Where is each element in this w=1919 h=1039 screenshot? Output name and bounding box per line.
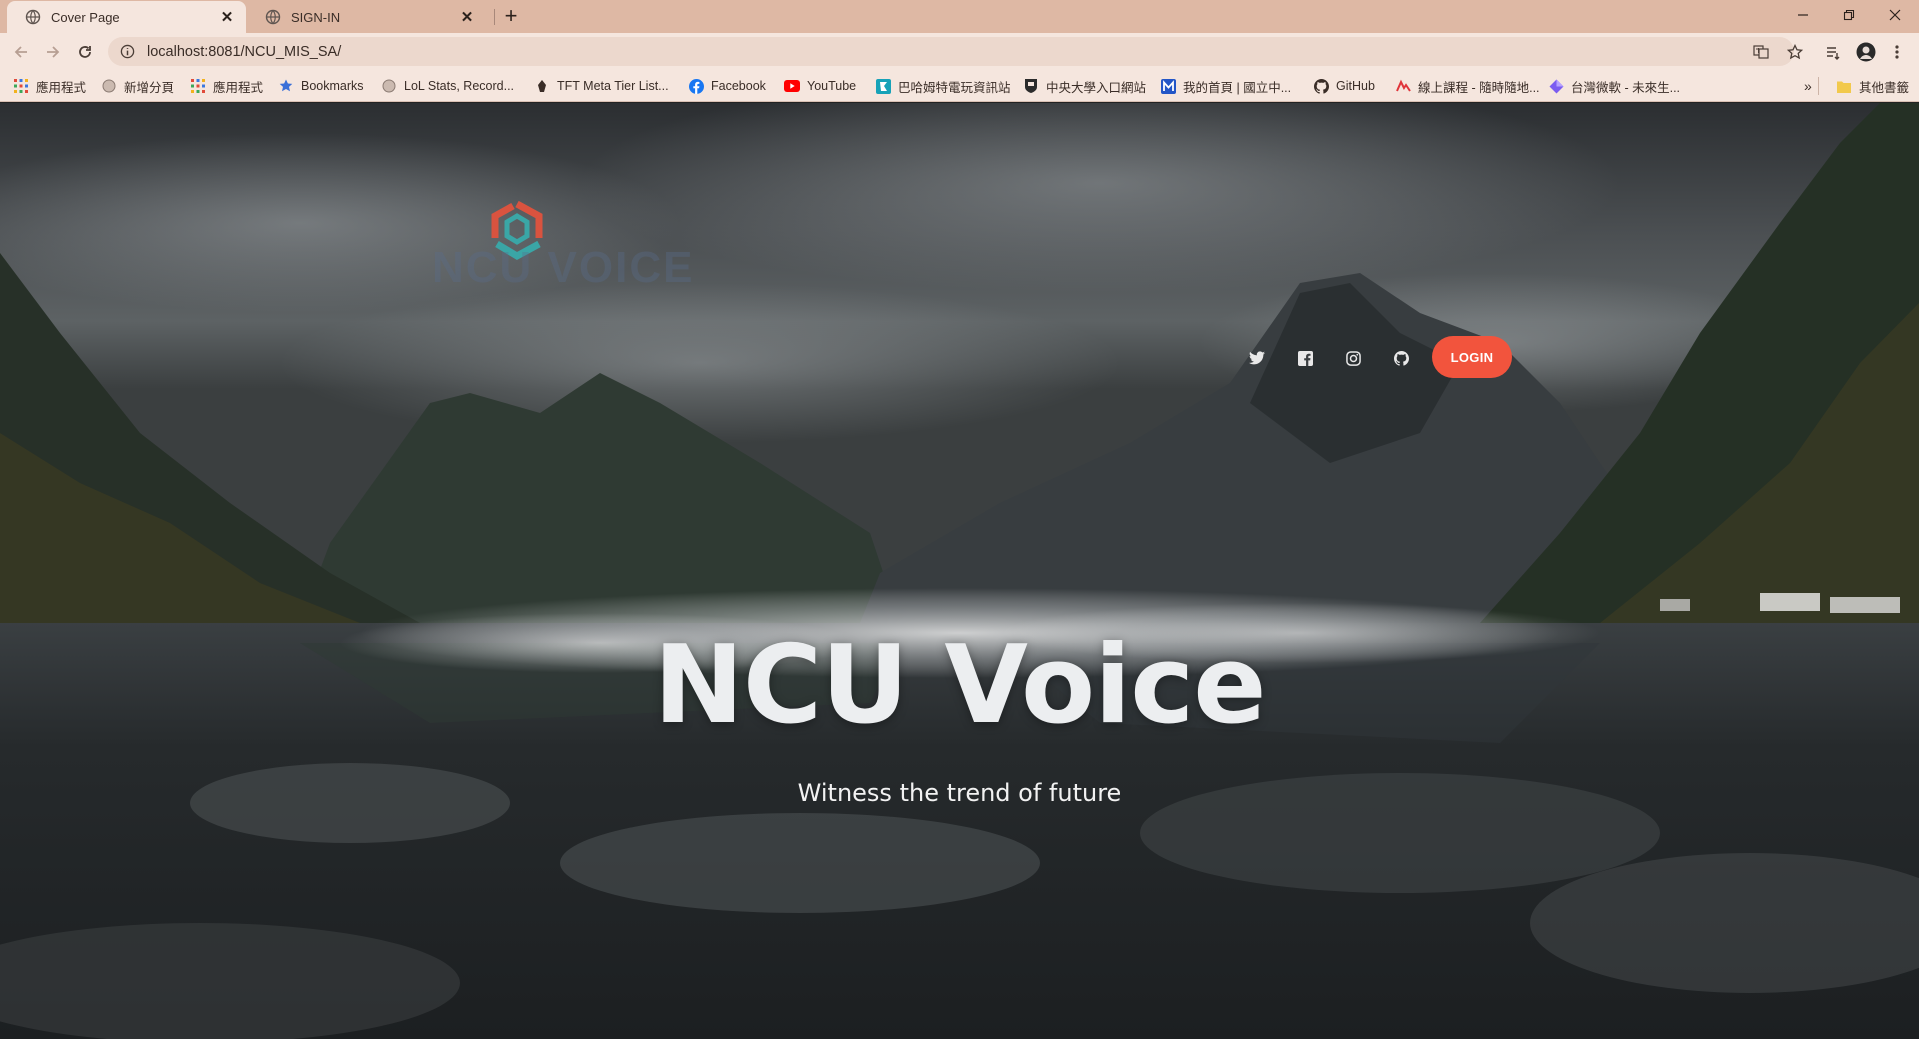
info-icon[interactable] (120, 44, 135, 59)
bookmark-label: 其他書籤 (1859, 80, 1910, 95)
diamond-icon (1548, 78, 1564, 94)
apps-grid-icon (190, 78, 206, 94)
bookmark-online-course[interactable]: 線上課程 - 隨時隨地... (1395, 77, 1540, 95)
restore-icon[interactable] (1826, 0, 1872, 30)
tab-strip: Cover Page ✕ SIGN-IN ✕ + (0, 0, 1919, 33)
bookmark-bahamut[interactable]: 巴哈姆特電玩資訊站 (875, 77, 1011, 95)
hero-subtitle: Witness the trend of future (797, 779, 1122, 807)
bookmark-label: LoL Stats, Record... (404, 79, 515, 93)
login-button[interactable]: LOGIN (1432, 336, 1512, 378)
bookmark-facebook[interactable]: Facebook (688, 77, 766, 95)
tab-cover-page[interactable]: Cover Page ✕ (7, 1, 246, 33)
new-tab-plus-icon[interactable]: + (499, 5, 523, 29)
tft-icon (534, 78, 550, 94)
mountain-lake-background (0, 103, 1919, 1039)
globe-icon (101, 78, 117, 94)
bookmark-new-tab[interactable]: 新增分頁 (101, 77, 174, 95)
bookmark-label: YouTube (807, 79, 857, 93)
landing-page: NCU VOICE LOGIN NCU Voice Witness the tr… (0, 103, 1919, 1039)
globe-icon (265, 9, 281, 25)
browser-toolbar: localhost:8081/NCU_MIS_SA/ (0, 33, 1919, 70)
bookmark-label: 新增分頁 (124, 80, 175, 95)
forward-arrow-icon[interactable] (42, 41, 64, 63)
url-text: localhost:8081/NCU_MIS_SA/ (147, 43, 342, 60)
bookmark-bookmarks[interactable]: Bookmarks (278, 77, 364, 95)
back-arrow-icon[interactable] (10, 41, 32, 63)
close-icon[interactable]: ✕ (458, 8, 476, 26)
facebook-icon (688, 78, 704, 94)
bookmark-label: 線上課程 - 隨時隨地... (1418, 80, 1540, 95)
kebab-menu-icon[interactable] (1886, 41, 1908, 63)
bookmark-label: 應用程式 (36, 80, 87, 95)
apps-grid-icon (13, 78, 29, 94)
star-icon (278, 78, 294, 94)
bookmark-ncu-portal[interactable]: 中央大學入口網站 (1023, 77, 1146, 95)
avatar[interactable] (1855, 41, 1877, 63)
bookmark-tft-meta[interactable]: TFT Meta Tier List... (534, 77, 669, 95)
bookmark-label: TFT Meta Tier List... (557, 79, 669, 93)
bookmark-lol-stats[interactable]: LoL Stats, Record... (381, 77, 514, 95)
chevron-double-right-icon: » (1804, 78, 1812, 94)
bookmark-label: Bookmarks (301, 79, 364, 93)
hero-title: NCU Voice (653, 623, 1266, 748)
bookmark-divider (1818, 77, 1819, 95)
youtube-icon (784, 78, 800, 94)
tab-divider (494, 9, 495, 25)
bookmark-label: 巴哈姆特電玩資訊站 (898, 80, 1011, 95)
globe-icon (381, 78, 397, 94)
bahamut-icon (875, 78, 891, 94)
reading-list-icon[interactable] (1822, 41, 1844, 63)
close-icon[interactable]: ✕ (218, 8, 236, 26)
reload-icon[interactable] (74, 41, 96, 63)
bookmark-microsoft-taiwan[interactable]: 台灣微軟 - 未來生... (1548, 77, 1680, 95)
window-close-icon[interactable] (1872, 0, 1918, 30)
bookmark-label: Facebook (711, 79, 766, 93)
m-icon (1160, 78, 1176, 94)
tab-title: SIGN-IN (291, 9, 341, 25)
bookmark-label: 應用程式 (213, 80, 264, 95)
bookmark-label: 台灣微軟 - 未來生... (1571, 80, 1681, 95)
globe-icon (25, 9, 41, 25)
course-icon (1395, 78, 1411, 94)
bookmark-label: GitHub (1336, 79, 1375, 93)
address-bar[interactable]: localhost:8081/NCU_MIS_SA/ (108, 37, 1794, 66)
folder-icon (1836, 78, 1852, 94)
bookmark-star-icon[interactable] (1785, 42, 1805, 62)
other-bookmarks-folder[interactable]: 其他書籤 (1836, 77, 1909, 95)
bookmark-label: 中央大學入口網站 (1046, 80, 1147, 95)
ncu-icon (1023, 78, 1039, 94)
github-icon (1313, 78, 1329, 94)
bookmark-apps-2[interactable]: 應用程式 (190, 77, 263, 95)
bookmark-github[interactable]: GitHub (1313, 77, 1375, 95)
more-bookmarks-button[interactable]: » (1804, 77, 1812, 95)
facebook-square-icon[interactable] (1294, 347, 1316, 369)
minimize-icon[interactable] (1780, 0, 1826, 30)
translate-icon[interactable] (1751, 42, 1771, 62)
logo-watermark: NCU VOICE (432, 243, 695, 292)
bookmarks-bar: 應用程式 新增分頁 應用程式 Bookmarks LoL Stats, Reco… (0, 70, 1919, 102)
github-icon[interactable] (1390, 347, 1412, 369)
bookmark-apps[interactable]: 應用程式 (13, 77, 86, 95)
tab-title: Cover Page (51, 9, 120, 25)
tab-sign-in[interactable]: SIGN-IN ✕ (247, 1, 486, 33)
bookmark-my-homepage[interactable]: 我的首頁 | 國立中... (1160, 77, 1291, 95)
bookmark-label: 我的首頁 | 國立中... (1183, 80, 1292, 95)
twitter-icon[interactable] (1246, 347, 1268, 369)
instagram-icon[interactable] (1342, 347, 1364, 369)
bookmark-youtube[interactable]: YouTube (784, 77, 856, 95)
